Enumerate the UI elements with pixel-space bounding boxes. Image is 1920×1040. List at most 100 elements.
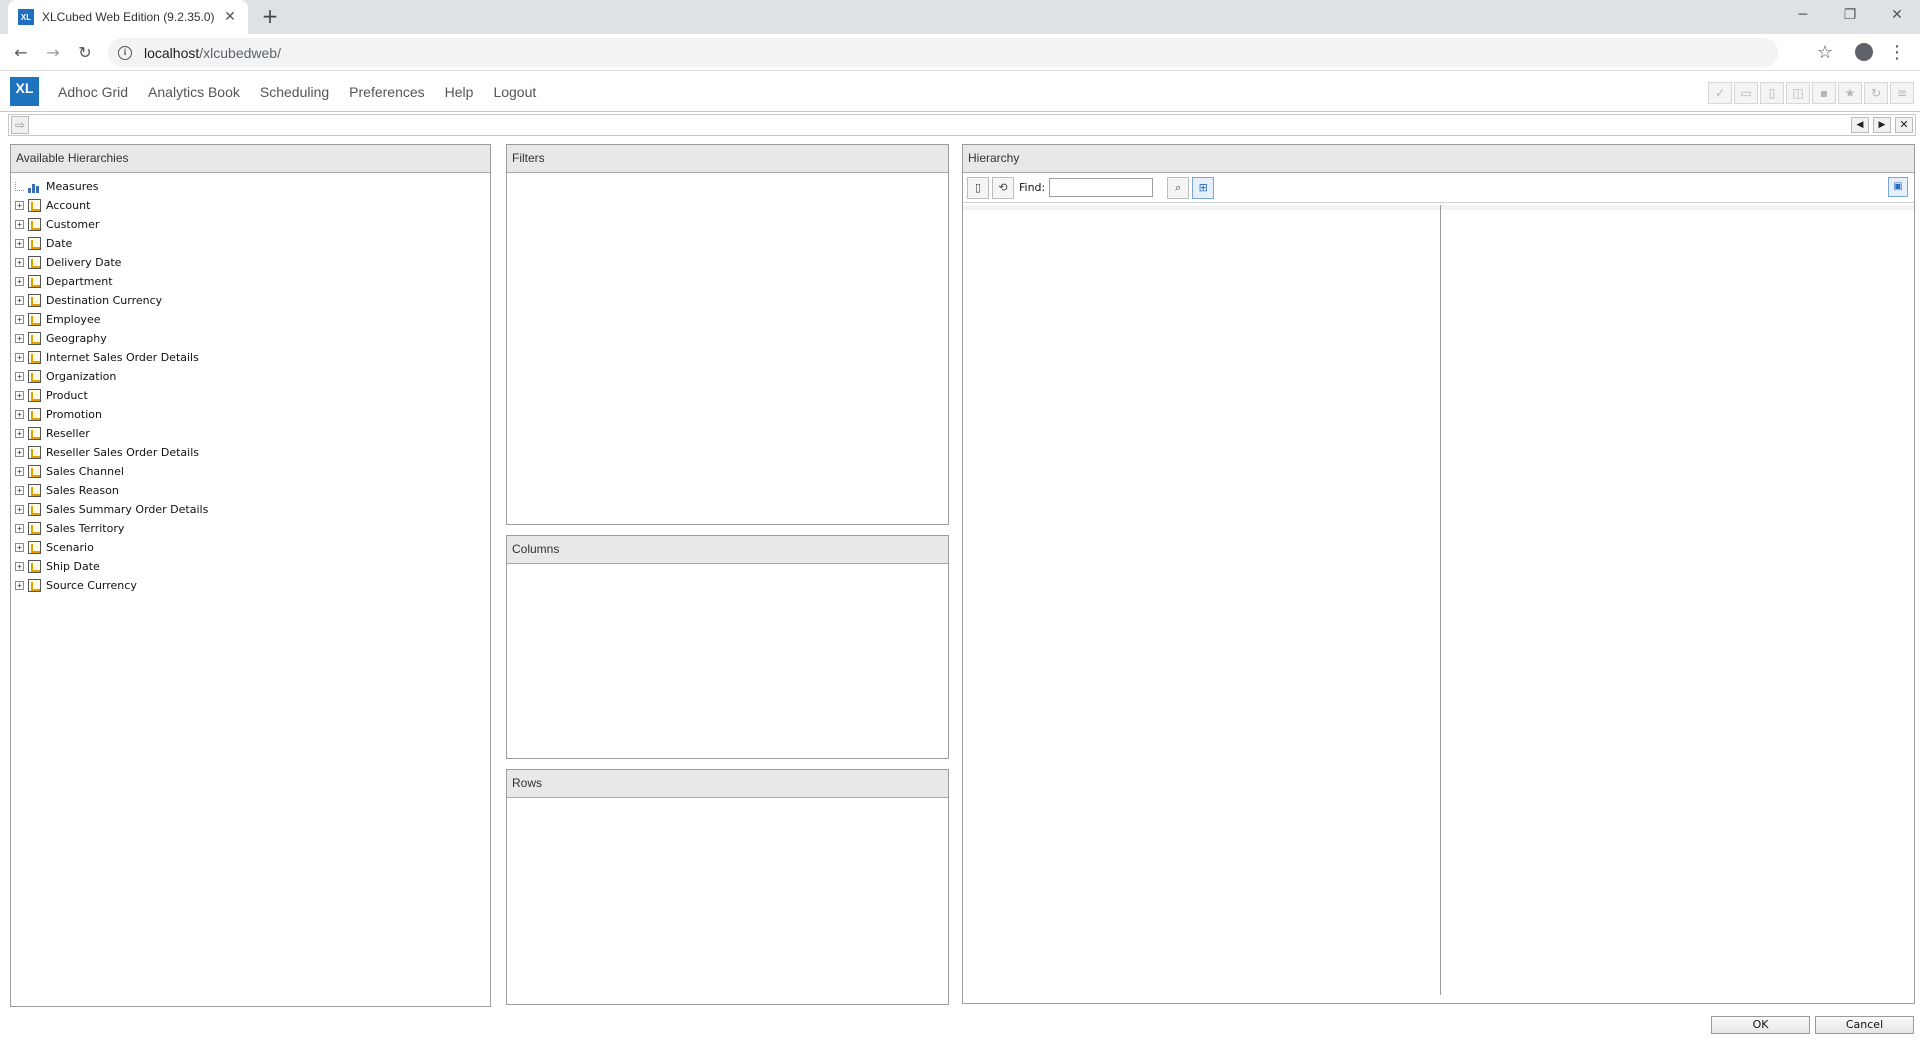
window-close-icon[interactable]: ✕ bbox=[1874, 0, 1920, 30]
expand-icon[interactable]: + bbox=[15, 448, 24, 457]
browser-tab[interactable]: XL XLCubed Web Edition (9.2.35.0) ✕ bbox=[8, 0, 248, 34]
expand-icon[interactable]: + bbox=[15, 543, 24, 552]
menu-scheduling[interactable]: Scheduling bbox=[260, 84, 329, 100]
expand-icon[interactable]: + bbox=[15, 239, 24, 248]
measures-icon bbox=[28, 180, 41, 193]
favourite-icon[interactable]: ★ bbox=[1838, 82, 1862, 104]
expand-icon[interactable]: + bbox=[15, 429, 24, 438]
menu-logout[interactable]: Logout bbox=[493, 84, 536, 100]
cancel-button[interactable]: Cancel bbox=[1815, 1016, 1914, 1034]
find-input[interactable] bbox=[1049, 178, 1154, 197]
dimension-icon bbox=[28, 522, 41, 535]
dimension-icon bbox=[28, 294, 41, 307]
menu-analytics-book[interactable]: Analytics Book bbox=[148, 84, 240, 100]
hierarchy-item[interactable]: + Sales Summary Order Details bbox=[11, 500, 490, 519]
export-icon[interactable]: ▯ bbox=[1760, 82, 1784, 104]
menu-help[interactable]: Help bbox=[445, 84, 474, 100]
minimize-icon[interactable]: ─ bbox=[1780, 0, 1826, 30]
expand-icon[interactable]: + bbox=[15, 334, 24, 343]
expand-icon[interactable]: + bbox=[15, 410, 24, 419]
new-document-icon[interactable]: ▯ bbox=[967, 176, 989, 199]
expand-all-icon[interactable]: ⊞ bbox=[1192, 176, 1215, 199]
hierarchy-item[interactable]: + Customer bbox=[11, 215, 490, 234]
rows-panel[interactable]: Rows bbox=[506, 769, 949, 1005]
hierarchy-item[interactable]: + Reseller Sales Order Details bbox=[11, 443, 490, 462]
hierarchy-item[interactable]: + Promotion bbox=[11, 405, 490, 424]
hierarchy-item[interactable]: + Sales Territory bbox=[11, 519, 490, 538]
tab-close-icon[interactable]: ✕ bbox=[222, 9, 238, 25]
ok-button[interactable]: OK bbox=[1711, 1016, 1810, 1034]
hierarchy-item[interactable]: + Destination Currency bbox=[11, 291, 490, 310]
hierarchy-item[interactable]: + Source Currency bbox=[11, 576, 490, 595]
refresh-icon[interactable]: ↻ bbox=[1864, 82, 1888, 104]
hierarchy-item[interactable]: + Organization bbox=[11, 367, 490, 386]
print-icon[interactable]: ▭ bbox=[1734, 82, 1758, 104]
expand-icon[interactable]: + bbox=[15, 524, 24, 533]
hierarchy-item[interactable]: + Account bbox=[11, 196, 490, 215]
dimension-icon bbox=[28, 465, 41, 478]
hierarchy-item[interactable]: + Reseller bbox=[11, 424, 490, 443]
expand-icon[interactable]: + bbox=[15, 467, 24, 476]
app-menubar: XL Adhoc Grid Analytics Book Scheduling … bbox=[0, 72, 1920, 112]
hierarchy-item[interactable]: + Scenario bbox=[11, 538, 490, 557]
dimension-icon bbox=[28, 370, 41, 383]
expand-icon[interactable]: + bbox=[15, 315, 24, 324]
hierarchy-item[interactable]: + Internet Sales Order Details bbox=[11, 348, 490, 367]
hierarchy-item[interactable]: Measures bbox=[11, 177, 490, 196]
view-options-icon[interactable]: ▣ bbox=[1888, 177, 1908, 197]
url-input[interactable]: i localhost/xlcubedweb/ bbox=[108, 38, 1778, 67]
options-icon[interactable]: ≡ bbox=[1890, 82, 1914, 104]
xlcubed-logo[interactable]: XL bbox=[10, 77, 39, 106]
back-icon[interactable]: ← bbox=[8, 40, 34, 66]
hierarchy-label: Product bbox=[46, 389, 88, 402]
hierarchy-item[interactable]: + Delivery Date bbox=[11, 253, 490, 272]
expand-icon[interactable]: + bbox=[15, 258, 24, 267]
hierarchy-item[interactable]: + Ship Date bbox=[11, 557, 490, 576]
layout-icon[interactable]: ◫ bbox=[1786, 82, 1810, 104]
close-icon[interactable]: ✕ bbox=[1895, 117, 1913, 133]
expand-icon[interactable]: + bbox=[15, 201, 24, 210]
dimension-icon bbox=[28, 579, 41, 592]
columns-panel[interactable]: Columns bbox=[506, 535, 949, 759]
profile-avatar-icon[interactable] bbox=[1855, 43, 1873, 61]
dimension-icon bbox=[28, 275, 41, 288]
dimension-icon bbox=[28, 237, 41, 250]
expand-icon[interactable]: + bbox=[15, 220, 24, 229]
select-members-icon[interactable]: ⟲ bbox=[992, 176, 1014, 199]
menu-preferences[interactable]: Preferences bbox=[349, 84, 424, 100]
go-arrow-icon[interactable]: ⇨ bbox=[11, 116, 29, 134]
menu-adhoc-grid[interactable]: Adhoc Grid bbox=[58, 84, 128, 100]
dimension-icon bbox=[28, 541, 41, 554]
next-icon[interactable]: ▶ bbox=[1873, 117, 1891, 133]
hierarchy-item[interactable]: + Sales Reason bbox=[11, 481, 490, 500]
expand-icon[interactable]: + bbox=[15, 581, 24, 590]
expand-icon[interactable]: + bbox=[15, 296, 24, 305]
expand-icon[interactable]: + bbox=[15, 391, 24, 400]
hierarchy-label: Delivery Date bbox=[46, 256, 122, 269]
hierarchy-splitter[interactable] bbox=[1440, 205, 1441, 995]
expand-icon[interactable]: + bbox=[15, 486, 24, 495]
hierarchy-item[interactable]: + Employee bbox=[11, 310, 490, 329]
reload-icon[interactable]: ↻ bbox=[72, 40, 98, 66]
save-icon[interactable]: ▪ bbox=[1812, 82, 1836, 104]
filters-panel[interactable]: Filters bbox=[506, 144, 949, 525]
hierarchy-item[interactable]: + Geography bbox=[11, 329, 490, 348]
hierarchy-item[interactable]: + Sales Channel bbox=[11, 462, 490, 481]
previous-icon[interactable]: ◀ bbox=[1851, 117, 1869, 133]
apply-icon[interactable]: ✓ bbox=[1708, 82, 1732, 104]
site-info-icon[interactable]: i bbox=[118, 45, 132, 60]
expand-icon[interactable]: + bbox=[15, 353, 24, 362]
new-tab-icon[interactable]: + bbox=[258, 6, 282, 28]
expand-icon[interactable]: + bbox=[15, 562, 24, 571]
expand-icon[interactable]: + bbox=[15, 277, 24, 286]
expand-icon[interactable]: + bbox=[15, 372, 24, 381]
hierarchy-item[interactable]: + Department bbox=[11, 272, 490, 291]
bookmark-star-icon[interactable]: ☆ bbox=[1812, 40, 1838, 66]
browser-menu-icon[interactable]: ⋮ bbox=[1888, 40, 1906, 66]
hierarchy-item[interactable]: + Product bbox=[11, 386, 490, 405]
hierarchy-item[interactable]: + Date bbox=[11, 234, 490, 253]
find-binoculars-icon[interactable]: ⌕ bbox=[1167, 176, 1190, 199]
forward-icon[interactable]: → bbox=[40, 40, 66, 66]
restore-icon[interactable]: ❐ bbox=[1827, 0, 1873, 30]
expand-icon[interactable]: + bbox=[15, 505, 24, 514]
